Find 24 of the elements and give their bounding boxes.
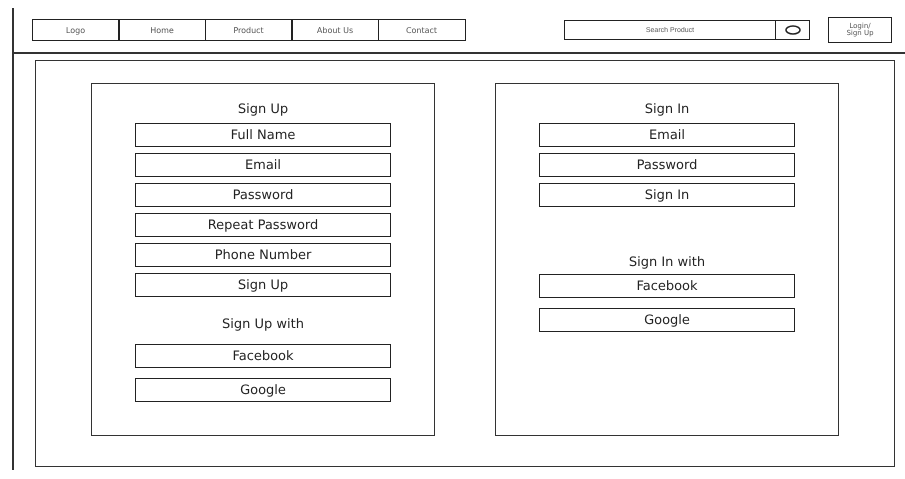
form-field[interactable]: Full Name xyxy=(135,123,391,147)
form-title: Sign In xyxy=(644,102,690,117)
social-button[interactable]: Facebook xyxy=(539,274,795,298)
nav-link[interactable]: About Us xyxy=(291,19,379,41)
form-field[interactable]: Repeat Password xyxy=(135,213,391,237)
social-button[interactable]: Facebook xyxy=(135,344,391,368)
nav-link[interactable]: Contact xyxy=(378,19,466,41)
form-field[interactable]: Phone Number xyxy=(135,243,391,267)
social-button[interactable]: Google xyxy=(135,378,391,402)
form-field[interactable]: Sign In xyxy=(539,183,795,207)
form-field[interactable]: Password xyxy=(539,153,795,177)
social-title: Sign In with xyxy=(628,255,706,270)
form-field[interactable]: Email xyxy=(135,153,391,177)
form-field[interactable]: Password xyxy=(135,183,391,207)
nav-link[interactable]: Logo xyxy=(32,19,120,41)
social-button[interactable]: Google xyxy=(539,308,795,332)
circle-icon xyxy=(784,25,800,35)
form-field[interactable]: Email xyxy=(539,123,795,147)
search-button[interactable] xyxy=(776,20,810,40)
form-title: Sign Up xyxy=(238,102,288,117)
nav-link[interactable]: Home xyxy=(118,19,206,41)
form-field[interactable]: Sign Up xyxy=(135,273,391,297)
social-title: Sign Up with xyxy=(222,317,304,332)
nav-link[interactable]: Product xyxy=(204,19,292,41)
